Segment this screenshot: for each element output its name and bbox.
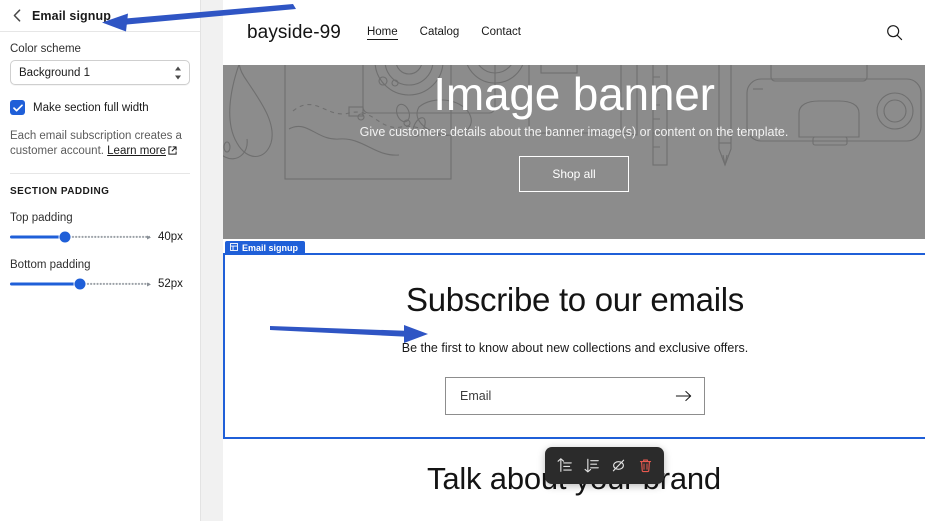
section-grid-icon — [230, 243, 238, 253]
storefront-header: bayside-99 Home Catalog Contact — [223, 0, 925, 65]
sidebar-header: Email signup — [0, 0, 200, 32]
top-padding-slider-handle[interactable] — [59, 231, 71, 243]
banner-subtitle: Give customers details about the banner … — [359, 125, 789, 139]
full-width-label: Make section full width — [33, 101, 149, 114]
delete-section-icon[interactable] — [633, 454, 657, 478]
nav-link-contact[interactable]: Contact — [481, 26, 521, 39]
stepper-updown-icon — [174, 66, 182, 79]
shopify-theme-editor: Email signup Color scheme Background 1 M… — [0, 0, 925, 521]
top-padding-control: Top padding 40px — [10, 212, 190, 244]
bottom-padding-slider[interactable] — [10, 277, 150, 291]
subscribe-description: Be the first to know about new collectio… — [401, 341, 749, 355]
checkbox-checked[interactable] — [10, 100, 25, 115]
email-input[interactable]: Email — [445, 377, 705, 415]
bottom-padding-control: Bottom padding 52px — [10, 259, 190, 291]
move-section-up-icon[interactable] — [552, 454, 576, 478]
top-padding-value: 40px — [158, 231, 183, 243]
section-settings-sidebar: Email signup Color scheme Background 1 M… — [0, 0, 201, 521]
color-scheme-label: Color scheme — [10, 43, 81, 55]
hide-section-icon[interactable] — [606, 454, 630, 478]
checkmark-icon — [12, 103, 23, 112]
banner-title: Image banner — [433, 68, 715, 120]
page-title: Email signup — [32, 8, 111, 23]
preview-gutter — [201, 0, 223, 521]
section-badge[interactable]: Email signup — [225, 241, 306, 255]
nav-link-home[interactable]: Home — [366, 26, 398, 40]
bottom-padding-slider-handle[interactable] — [74, 278, 86, 290]
theme-preview: bayside-99 Home Catalog Contact Image ba… — [223, 0, 925, 521]
chevron-left-icon[interactable] — [10, 9, 24, 23]
color-scheme-select[interactable]: Background 1 — [10, 60, 190, 85]
learn-more-link[interactable]: Learn more — [107, 145, 166, 157]
color-scheme-field: Color scheme Background 1 — [10, 43, 190, 85]
email-signup-section[interactable]: Email signup Subscribe to our emails Be … — [223, 241, 925, 439]
external-link-icon — [168, 145, 177, 160]
bottom-padding-label: Bottom padding — [10, 259, 91, 271]
store-logo[interactable]: bayside-99 — [247, 22, 341, 44]
email-input-placeholder: Email — [460, 389, 492, 403]
top-padding-label: Top padding — [10, 212, 73, 224]
shop-all-button[interactable]: Shop all — [519, 156, 629, 192]
section-actions-toolbar — [545, 447, 664, 484]
section-badge-label: Email signup — [242, 243, 299, 253]
sidebar-body: Color scheme Background 1 Make section f… — [0, 32, 200, 291]
color-scheme-value: Background 1 — [19, 66, 90, 79]
storefront-nav: Home Catalog Contact — [366, 26, 881, 40]
bottom-padding-value: 52px — [158, 278, 183, 290]
section-padding-heading: SECTION PADDING — [10, 186, 110, 197]
subscribe-title: Subscribe to our emails — [406, 281, 744, 318]
top-padding-slider[interactable] — [10, 230, 150, 244]
settings-divider — [10, 173, 190, 174]
full-width-checkbox-row[interactable]: Make section full width — [10, 100, 190, 115]
arrow-right-icon[interactable] — [674, 387, 692, 405]
move-section-down-icon[interactable] — [579, 454, 603, 478]
image-banner-section[interactable]: Image banner Give customers details abou… — [223, 65, 925, 239]
help-text: Each email subscription creates a custom… — [10, 129, 190, 159]
search-icon[interactable] — [881, 20, 907, 46]
nav-link-catalog[interactable]: Catalog — [420, 26, 460, 39]
